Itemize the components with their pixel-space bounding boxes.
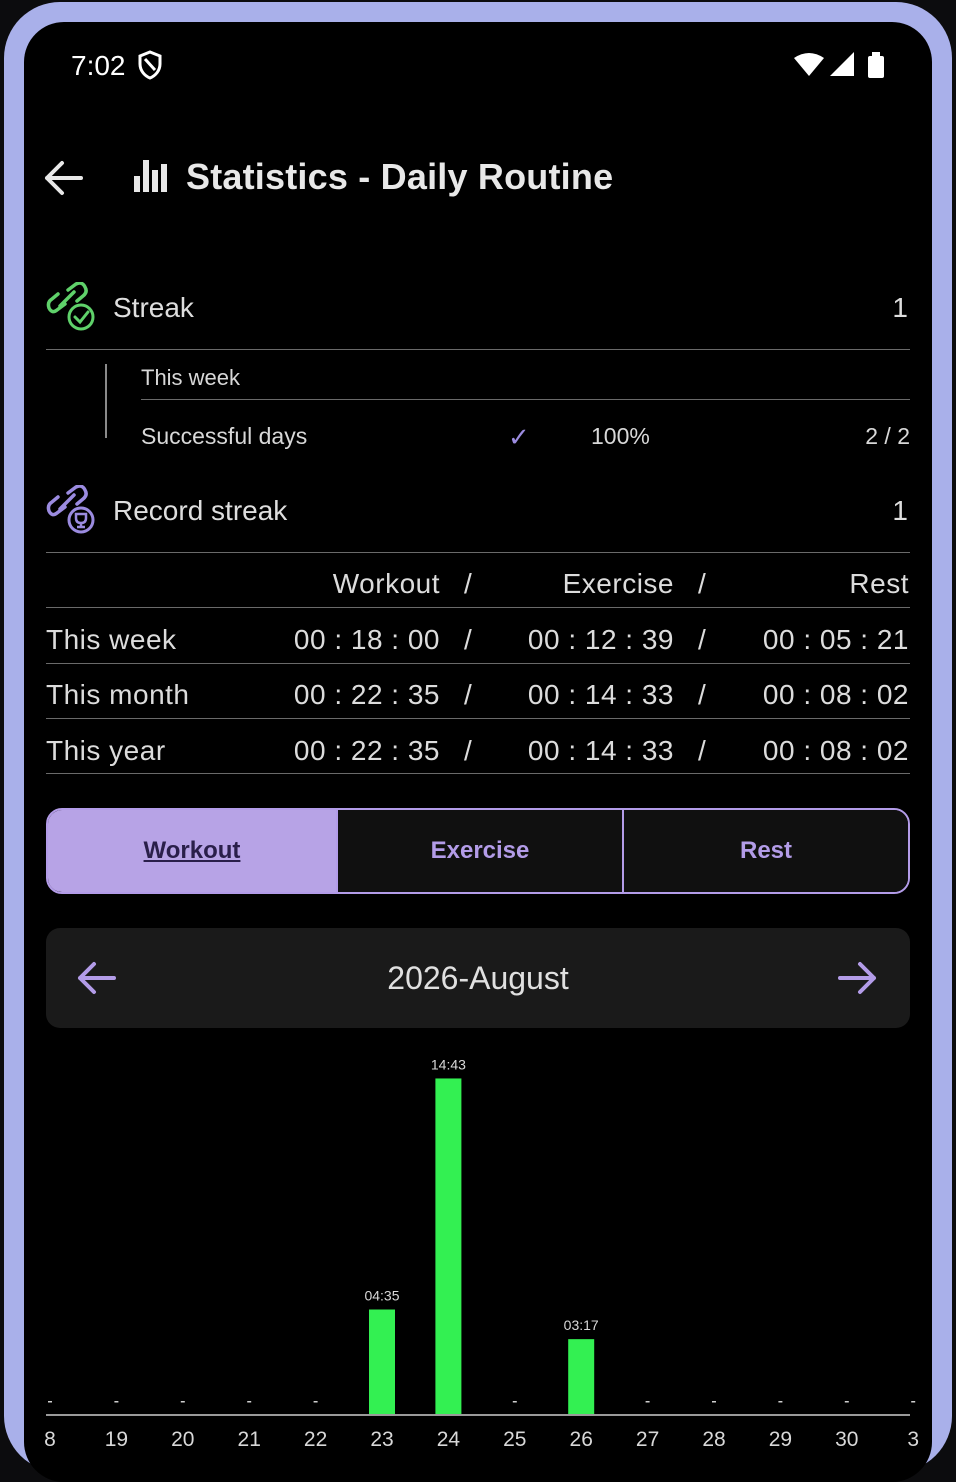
row-sep: / [464, 679, 473, 710]
chart-tick-label: 24 [437, 1428, 461, 1451]
table-header-workout: Workout [332, 568, 440, 599]
workout-bar-chart: 8 19 20 21 22 04:35 23 14:43 24 25 03:17 26 27 28 29 30… [44, 1056, 919, 1451]
row-rest: 00 : 08 : 02 [762, 679, 909, 710]
divider [141, 399, 910, 400]
row-exercise: 00 : 12 : 39 [527, 624, 674, 655]
battery-icon [868, 52, 884, 78]
row-rest: 00 : 05 : 21 [762, 624, 909, 655]
chart-tick-label: 8 [44, 1428, 56, 1451]
divider [46, 773, 910, 774]
chart-tick-label: 29 [769, 1428, 792, 1451]
successful-days-label: Successful days [141, 423, 308, 449]
row-workout: 00 : 18 : 00 [293, 624, 440, 655]
row-label: This month [46, 679, 190, 710]
system-status-icons [792, 50, 912, 85]
chart-tick-label: 26 [570, 1428, 593, 1451]
chart-tick-label: 25 [503, 1428, 526, 1451]
record-streak-value: 1 [892, 495, 908, 526]
status-time: 7:02 [71, 50, 126, 81]
chart-data-label: 04:35 [364, 1288, 399, 1304]
subsection-indent-line [105, 364, 107, 438]
streak-chain-check-icon [46, 281, 96, 337]
tab-exercise[interactable]: Exercise [336, 810, 622, 892]
row-sep: / [698, 624, 707, 655]
chart-bar-21 [247, 1401, 252, 1403]
row-workout: 00 : 22 : 35 [293, 735, 440, 766]
app-screen: 7:02 Statistics - Daily Routine Streak 1 [24, 22, 932, 1482]
record-streak-trophy-icon [46, 484, 96, 540]
chart-bar-22 [313, 1401, 318, 1403]
table-header-exercise: Exercise [562, 568, 674, 599]
divider [46, 607, 910, 608]
record-streak-label: Record streak [113, 495, 288, 526]
month-label: 2026-August [387, 960, 569, 996]
divider [46, 349, 910, 350]
success-ratio: 2 / 2 [865, 423, 910, 449]
streak-value: 1 [892, 292, 908, 323]
chart-x-axis [46, 1414, 910, 1416]
chart-bar-25 [512, 1401, 517, 1403]
row-exercise: 00 : 14 : 33 [527, 679, 674, 710]
chart-tick-label: 21 [238, 1428, 261, 1451]
table-header-sep: / [464, 568, 473, 599]
table-header-sep: / [698, 568, 707, 599]
check-icon: ✓ [508, 422, 530, 452]
row-sep: / [698, 679, 707, 710]
bar-chart-icon [132, 156, 168, 199]
row-sep: / [464, 735, 473, 766]
row-sep: / [698, 735, 707, 766]
chart-tick-label: 22 [304, 1428, 327, 1451]
wifi-icon [794, 53, 824, 76]
chart-bar-29 [778, 1401, 783, 1403]
chart-tick-label: 30 [835, 1428, 858, 1451]
next-month-arrow-icon[interactable] [836, 956, 880, 1005]
chart-bar-20 [180, 1401, 185, 1403]
chart-tick-label: 27 [636, 1428, 659, 1451]
success-percent: 100% [591, 423, 650, 449]
row-rest: 00 : 08 : 02 [762, 735, 909, 766]
row-workout: 00 : 22 : 35 [293, 679, 440, 710]
chart-bar-23 [369, 1309, 395, 1414]
chart-tick-label: 20 [171, 1428, 194, 1451]
divider [46, 663, 910, 664]
chart-bar-28 [712, 1401, 716, 1403]
chart-bar-27 [645, 1401, 650, 1403]
streak-label: Streak [113, 292, 194, 323]
page-title: Statistics - Daily Routine [186, 156, 614, 197]
tab-group: Workout Exercise Rest [46, 808, 910, 894]
tab-workout[interactable]: Workout [48, 810, 336, 892]
row-sep: / [464, 624, 473, 655]
signal-icon [830, 52, 854, 76]
table-header-rest: Rest [849, 568, 909, 599]
chart-bar-31 [911, 1401, 916, 1403]
chart-data-label: 03:17 [564, 1317, 599, 1333]
row-exercise: 00 : 14 : 33 [527, 735, 674, 766]
chart-bar-19 [114, 1401, 119, 1403]
back-button[interactable] [41, 155, 87, 201]
chart-bar-18 [48, 1401, 52, 1403]
chart-tick-label: 3 [907, 1428, 919, 1451]
chart-bar-26 [568, 1339, 595, 1414]
row-label: This week [46, 624, 177, 655]
this-week-heading: This week [141, 365, 241, 390]
row-label: This year [46, 735, 166, 766]
chart-tick-label: 23 [370, 1428, 393, 1451]
tab-rest[interactable]: Rest [622, 810, 908, 892]
chart-data-label: 14:43 [431, 1056, 466, 1072]
chart-tick-label: 28 [702, 1428, 725, 1451]
chart-bar-30 [844, 1401, 849, 1403]
chart-tick-label: 19 [105, 1428, 128, 1451]
divider [46, 718, 910, 719]
chart-bar-24 [435, 1078, 462, 1414]
shield-icon [137, 50, 163, 85]
divider [46, 552, 910, 553]
